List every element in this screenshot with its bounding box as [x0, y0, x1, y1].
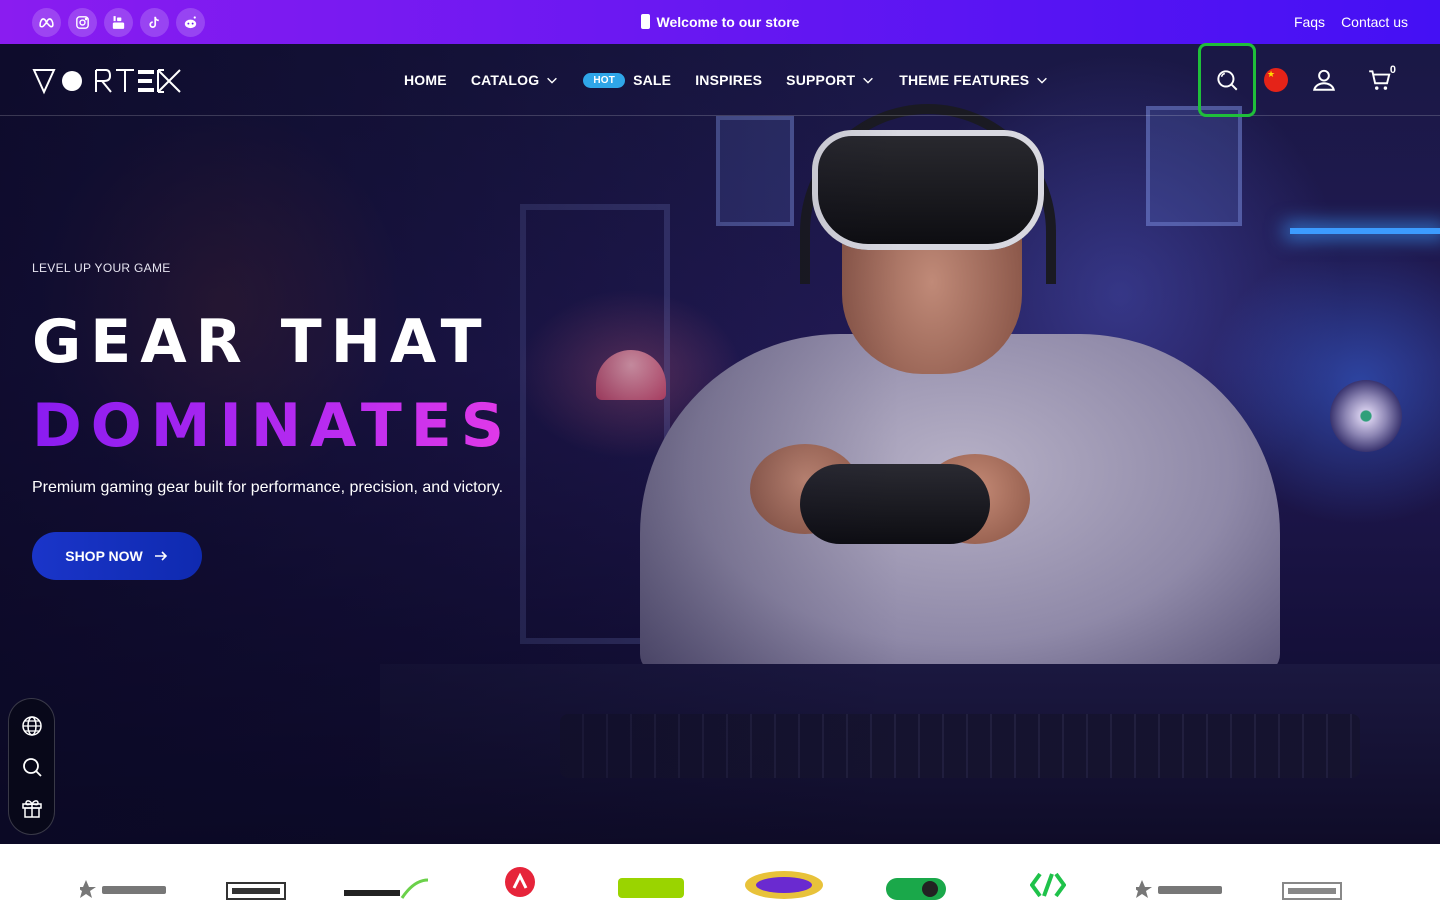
- shop-now-button[interactable]: SHOP NOW: [32, 532, 202, 580]
- top-links: Faqs Contact us: [1294, 0, 1408, 44]
- welcome-message: Welcome to our store: [0, 0, 1440, 44]
- wall-picture: [1146, 106, 1242, 226]
- hero-subcopy: Premium gaming gear built for performanc…: [32, 479, 504, 496]
- header-actions: 0: [1198, 43, 1408, 117]
- hero-eyebrow: LEVEL UP YOUR GAME: [32, 261, 171, 275]
- currency-selector[interactable]: [1256, 44, 1296, 116]
- brand-logo: [226, 882, 286, 900]
- nav-label: SUPPORT: [786, 72, 856, 88]
- meta-icon[interactable]: [32, 8, 61, 37]
- nav-label: INSPIRES: [695, 72, 763, 88]
- brand-logo: [886, 878, 946, 900]
- hero-headline: GEAR THAT DOMINATES: [32, 300, 513, 468]
- nav-label: THEME FEATURES: [899, 72, 1030, 88]
- headline-line-1: GEAR THAT: [32, 307, 491, 377]
- flag-china-icon: [1264, 68, 1288, 92]
- nav-theme-features[interactable]: THEME FEATURES: [899, 72, 1049, 88]
- hot-badge: HOT: [583, 72, 626, 88]
- floating-toolbar: [8, 698, 55, 835]
- brand-logo: [505, 867, 535, 897]
- account-button[interactable]: [1296, 44, 1352, 116]
- search-icon: [1217, 70, 1238, 91]
- nav-label: HOME: [404, 72, 447, 88]
- shop-now-label: SHOP NOW: [65, 548, 143, 564]
- social-links: [32, 8, 205, 37]
- chevron-down-icon: [1037, 77, 1048, 84]
- gift-icon[interactable]: [20, 796, 44, 820]
- nav-label: SALE: [633, 72, 672, 88]
- site-header: HOME CATALOG HOT SALE INSPIRES SUPPORT TH…: [0, 43, 1440, 117]
- main-nav: HOME CATALOG HOT SALE INSPIRES SUPPORT TH…: [404, 44, 1049, 116]
- tiktok-icon[interactable]: [140, 8, 169, 37]
- nav-support[interactable]: SUPPORT: [786, 72, 875, 88]
- nav-sale[interactable]: HOT SALE: [583, 72, 671, 88]
- faqs-link[interactable]: Faqs: [1294, 14, 1325, 30]
- arrow-right-icon: [154, 551, 167, 561]
- brand-logo: [618, 878, 684, 898]
- nav-inspires[interactable]: INSPIRES: [695, 72, 762, 88]
- search-icon[interactable]: [20, 755, 44, 779]
- brand-logo: [1136, 880, 1222, 898]
- welcome-text: Welcome to our store: [656, 14, 800, 30]
- announcement-bar: Welcome to our store Faqs Contact us: [0, 0, 1440, 44]
- instagram-icon[interactable]: [68, 8, 97, 37]
- brand-logo: [1282, 882, 1342, 900]
- nav-label: CATALOG: [470, 72, 540, 88]
- chevron-down-icon: [863, 77, 874, 84]
- brand-logo: [745, 871, 823, 899]
- brand-logo: [1030, 872, 1066, 898]
- brand-strip: [0, 844, 1440, 900]
- search-button[interactable]: [1198, 43, 1256, 117]
- cart-count: 0: [1389, 64, 1396, 76]
- pc-fan: [1330, 380, 1402, 452]
- globe-icon[interactable]: [20, 714, 44, 738]
- nav-home[interactable]: HOME: [404, 72, 447, 88]
- brand-logo: [344, 878, 428, 899]
- cart-button[interactable]: 0: [1352, 44, 1408, 116]
- neon-light: [1290, 228, 1440, 234]
- phone-icon: [640, 14, 650, 29]
- youtube-icon[interactable]: [104, 8, 133, 37]
- contact-link[interactable]: Contact us: [1341, 14, 1408, 30]
- nav-catalog[interactable]: CATALOG: [471, 72, 560, 88]
- account-icon: [1313, 69, 1335, 91]
- vortex-logo[interactable]: [32, 66, 182, 96]
- brand-logo: [80, 880, 166, 898]
- chevron-down-icon: [547, 77, 558, 84]
- reddit-icon[interactable]: [176, 8, 205, 37]
- headline-line-2: DOMINATES: [32, 384, 513, 468]
